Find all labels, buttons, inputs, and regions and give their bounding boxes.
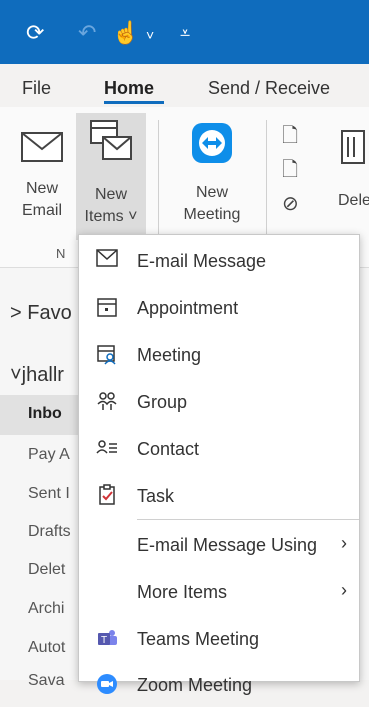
delete-button[interactable]: Dele [338, 119, 369, 234]
folder-item[interactable]: Autot [28, 639, 76, 657]
teamviewer-icon [192, 123, 232, 163]
calendar-icon [95, 296, 119, 320]
new-items-label-1: New [94, 186, 127, 203]
ribbon-group-label: N [56, 246, 66, 261]
new-items-menu: E-mail Message Appointment Meeting Group… [78, 234, 360, 695]
chevron-right-icon: › [341, 533, 347, 553]
menu-item-task[interactable]: Task [79, 474, 359, 518]
tab-file[interactable]: File [22, 78, 51, 99]
ribbon-tabs: File Home Send / Receive [0, 64, 369, 107]
undo-icon[interactable]: ↶ [78, 22, 96, 44]
touch-mode-icon[interactable]: ☝ [112, 22, 139, 44]
menu-item-appointment[interactable]: Appointment [79, 286, 359, 330]
menu-item-label: Meeting [137, 345, 202, 365]
menu-item-label: E-mail Message Using [137, 535, 318, 555]
new-meeting-label-1: New [195, 184, 228, 201]
menu-item-label: E-mail Message [137, 251, 267, 271]
mail-icon [21, 132, 63, 162]
menu-item-label: Zoom Meeting [137, 675, 253, 695]
meeting-icon [95, 343, 119, 367]
new-email-button[interactable]: New Email [14, 119, 70, 234]
clean-up-icon[interactable]: 🗋 [282, 155, 298, 189]
menu-item-teams-meeting[interactable]: T Teams Meeting [79, 617, 359, 661]
menu-item-group[interactable]: Group [79, 380, 359, 424]
chevron-right-icon: › [341, 580, 347, 600]
menu-item-label: Appointment [137, 298, 239, 318]
menu-separator [137, 519, 359, 520]
folder-item[interactable]: Archi [28, 600, 76, 618]
svg-text:T: T [101, 635, 107, 646]
new-items-button[interactable]: New Items ˅ [76, 113, 146, 240]
menu-item-label: More Items [137, 582, 228, 602]
junk-icon[interactable]: ⊘ [282, 191, 299, 216]
task-icon [95, 484, 119, 508]
folder-item[interactable]: Inbo [28, 405, 76, 423]
menu-item-label: Group [137, 392, 188, 412]
favorites-header[interactable]: > Favo [10, 302, 78, 325]
mail-icon [95, 249, 119, 273]
menu-item-label: Contact [137, 439, 200, 459]
title-bar: ⟳ ↶ ☝ ˅ ⩡ [0, 0, 369, 64]
folder-item[interactable]: Drafts [28, 523, 76, 541]
menu-item-contact[interactable]: Contact [79, 427, 359, 471]
new-items-label-2: Items ˅ [84, 208, 138, 225]
menu-item-label: Task [137, 486, 175, 506]
new-items-icon [90, 120, 132, 160]
folder-item[interactable]: Sava [28, 672, 76, 690]
new-email-label-2: Email [21, 202, 62, 219]
account-header[interactable]: ˅jhallr [10, 364, 78, 387]
menu-item-zoom-meeting[interactable]: Zoom Meeting [79, 663, 359, 707]
zoom-icon [95, 673, 119, 697]
new-email-label-1: New [25, 180, 58, 197]
menu-item-email-message-using[interactable]: E-mail Message Using › [79, 523, 359, 567]
active-tab-indicator [104, 101, 164, 104]
trash-icon [341, 130, 365, 164]
sync-icon[interactable]: ⟳ [26, 22, 44, 44]
tab-home[interactable]: Home [104, 78, 154, 99]
folder-item[interactable]: Delet [28, 561, 76, 579]
menu-item-meeting[interactable]: Meeting [79, 333, 359, 377]
contact-icon [95, 437, 119, 461]
delete-label: Dele [338, 192, 369, 209]
ribbon-separator [266, 120, 267, 250]
folder-item[interactable]: Sent I [28, 485, 76, 503]
menu-item-more-items[interactable]: More Items › [79, 570, 359, 614]
chevron-down-icon[interactable]: ˅ [146, 24, 154, 46]
ribbon-separator [158, 120, 159, 250]
new-meeting-label-2: Meeting [183, 206, 241, 223]
new-meeting-button[interactable]: New Meeting [174, 119, 250, 234]
menu-item-email-message[interactable]: E-mail Message [79, 239, 359, 283]
customize-icon[interactable]: ⩡ [180, 22, 190, 44]
folder-item[interactable]: Pay A [28, 446, 76, 464]
teams-icon: T [95, 627, 119, 651]
tab-send-receive[interactable]: Send / Receive [208, 78, 330, 99]
ignore-icon[interactable]: 🗋 [282, 121, 298, 155]
menu-item-label: Teams Meeting [137, 629, 260, 649]
group-icon [95, 390, 119, 414]
